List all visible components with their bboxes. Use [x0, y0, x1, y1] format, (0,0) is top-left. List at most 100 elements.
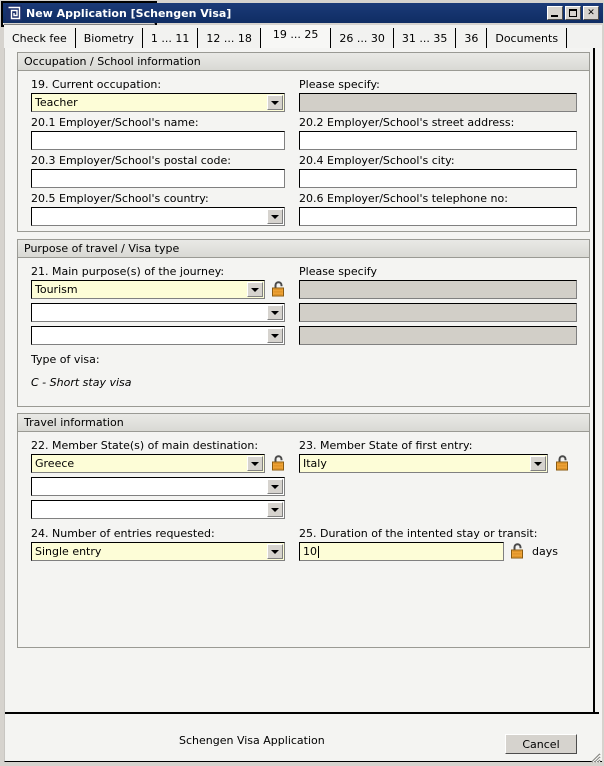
panel-bottom-border	[5, 712, 599, 714]
open-padlock-icon[interactable]	[510, 543, 525, 559]
app-logo-icon	[6, 5, 22, 21]
chevron-down-icon[interactable]	[247, 282, 263, 297]
label-main-purpose: 21. Main purpose(s) of the journey:	[31, 265, 225, 278]
tab-check-fee[interactable]: Check fee	[4, 28, 76, 48]
main-destination-select-1[interactable]: Greece	[31, 454, 265, 473]
chevron-down-icon[interactable]	[267, 305, 283, 320]
label-duration-of-stay: 25. Duration of the intented stay or tra…	[299, 527, 538, 540]
employer-street-input[interactable]	[299, 131, 577, 150]
label-first-entry: 23. Member State of first entry:	[299, 439, 473, 452]
type-of-visa-value: C - Short stay visa	[31, 376, 132, 389]
tab-1-11[interactable]: 1 ... 11	[142, 28, 199, 48]
application-window: New Application [Schengen Visa] ✕ Check …	[0, 0, 604, 766]
group-occupation-school: Occupation / School information 19. Curr…	[17, 52, 590, 232]
tab-strip[interactable]: Check fee Biometry 1 ... 11 12 ... 18 19…	[4, 25, 602, 48]
minimize-button[interactable]	[547, 6, 563, 20]
number-of-entries-value: Single entry	[35, 545, 102, 558]
open-padlock-icon[interactable]	[555, 455, 570, 471]
cancel-label: Cancel	[522, 737, 560, 751]
tab-label: 26 ... 30	[339, 31, 385, 45]
label-main-destination: 22. Member State(s) of main destination:	[31, 439, 259, 452]
employer-phone-input[interactable]	[299, 207, 577, 226]
tab-26-30[interactable]: 26 ... 30	[330, 28, 394, 48]
group-occupation-title: Occupation / School information	[18, 53, 589, 71]
resize-grip-icon[interactable]	[587, 749, 601, 763]
main-purpose-value-1: Tourism	[35, 283, 78, 296]
chevron-down-icon[interactable]	[267, 328, 283, 343]
label-employer-country: 20.5 Employer/School's country:	[31, 192, 209, 205]
close-button[interactable]: ✕	[583, 6, 599, 20]
employer-country-select[interactable]	[31, 207, 285, 226]
window-title: New Application [Schengen Visa]	[26, 6, 232, 20]
chevron-down-icon[interactable]	[267, 209, 283, 224]
label-employer-city: 20.4 Employer/School's city:	[299, 154, 455, 167]
cancel-button[interactable]: Cancel	[505, 734, 577, 754]
label-type-of-visa: Type of visa:	[31, 353, 100, 366]
chevron-down-icon[interactable]	[267, 95, 283, 110]
first-entry-select[interactable]: Italy	[299, 454, 548, 473]
main-purpose-select-3[interactable]	[31, 326, 285, 345]
please-specify-purpose-field-3	[299, 326, 577, 345]
main-destination-select-2[interactable]	[31, 477, 285, 496]
please-specify-occupation-field	[299, 93, 577, 112]
label-please-specify-occupation: Please specify:	[299, 78, 380, 91]
title-bar[interactable]: New Application [Schengen Visa] ✕	[3, 3, 603, 23]
minimize-icon	[551, 15, 558, 17]
tab-label: Check fee	[12, 31, 67, 45]
label-employer-phone: 20.6 Employer/School's telephone no:	[299, 192, 508, 205]
text-caret	[318, 545, 319, 558]
first-entry-value: Italy	[303, 457, 327, 470]
panel-right-border	[593, 48, 595, 714]
tab-label: Biometry	[83, 31, 134, 45]
tab-12-18[interactable]: 12 ... 18	[198, 28, 261, 48]
chevron-down-icon[interactable]	[267, 479, 283, 494]
duration-of-stay-value: 10	[303, 545, 317, 558]
maximize-icon	[569, 9, 577, 17]
label-employer-street: 20.2 Employer/School's street address:	[299, 116, 515, 129]
employer-name-input[interactable]	[31, 131, 285, 150]
current-occupation-select[interactable]: Teacher	[31, 93, 285, 112]
tab-documents[interactable]: Documents	[487, 28, 568, 48]
label-duration-unit: days	[532, 545, 558, 558]
chevron-down-icon[interactable]	[267, 544, 283, 559]
label-current-occupation: 19. Current occupation:	[31, 78, 162, 91]
employer-city-input[interactable]	[299, 169, 577, 188]
label-number-of-entries: 24. Number of entries requested:	[31, 527, 215, 540]
tab-label: 19 ... 25	[272, 28, 319, 41]
tab-label: 1 ... 11	[150, 31, 190, 45]
main-destination-select-3[interactable]	[31, 500, 285, 519]
tab-biometry[interactable]: Biometry	[75, 28, 143, 48]
label-please-specify-purpose: Please specify	[299, 265, 377, 278]
chevron-down-icon[interactable]	[267, 502, 283, 517]
employer-postal-code-input[interactable]	[31, 169, 285, 188]
main-purpose-select-2[interactable]	[31, 303, 285, 322]
main-destination-value-1: Greece	[35, 457, 75, 470]
footer-app-label: Schengen Visa Application	[179, 734, 325, 747]
close-icon: ✕	[587, 7, 595, 18]
tab-19-25[interactable]: 19 ... 25	[260, 25, 331, 48]
open-padlock-icon[interactable]	[271, 455, 286, 471]
group-purpose-title: Purpose of travel / Visa type	[18, 240, 589, 258]
tab-label: Documents	[495, 31, 559, 45]
open-padlock-icon[interactable]	[271, 281, 286, 297]
current-occupation-value: Teacher	[35, 96, 78, 109]
form-panel: Occupation / School information 19. Curr…	[4, 48, 602, 762]
tab-label: 12 ... 18	[206, 31, 252, 45]
tab-31-35[interactable]: 31 ... 35	[393, 28, 457, 48]
group-travel-title: Travel information	[18, 414, 589, 432]
chevron-down-icon[interactable]	[247, 456, 263, 471]
number-of-entries-select[interactable]: Single entry	[31, 542, 285, 561]
please-specify-purpose-field-1	[299, 280, 577, 299]
maximize-button[interactable]	[565, 6, 581, 20]
tab-label: 36	[464, 31, 479, 45]
duration-of-stay-input[interactable]: 10	[299, 542, 504, 561]
label-employer-postal-code: 20.3 Employer/School's postal code:	[31, 154, 231, 167]
tab-36[interactable]: 36	[456, 28, 488, 48]
main-purpose-select-1[interactable]: Tourism	[31, 280, 265, 299]
group-purpose-of-travel: Purpose of travel / Visa type 21. Main p…	[17, 239, 590, 407]
chevron-down-icon[interactable]	[530, 456, 546, 471]
label-employer-name: 20.1 Employer/School's name:	[31, 116, 199, 129]
please-specify-purpose-field-2	[299, 303, 577, 322]
group-travel-information: Travel information 22. Member State(s) o…	[17, 413, 590, 648]
tab-label: 31 ... 35	[401, 31, 448, 45]
